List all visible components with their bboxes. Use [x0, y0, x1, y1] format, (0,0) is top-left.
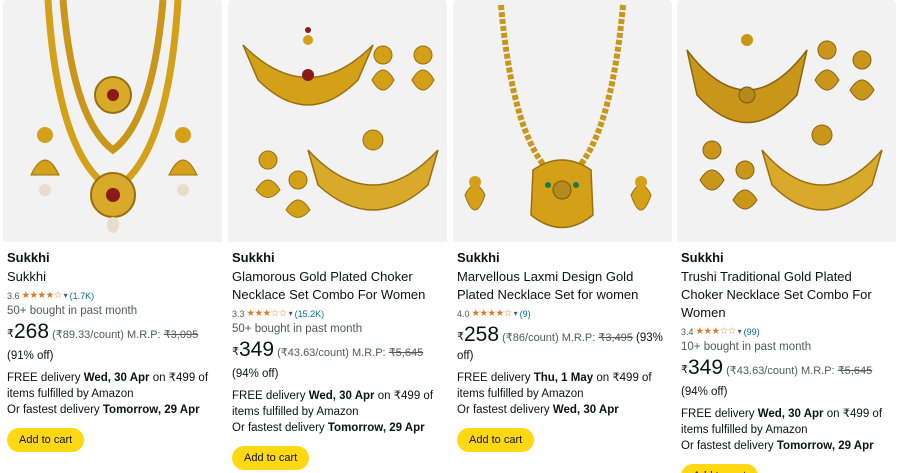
product-image[interactable] [228, 0, 447, 242]
delivery-prefix: FREE delivery [681, 408, 755, 420]
fastest-prefix: Or fastest delivery [681, 440, 774, 452]
price[interactable]: 268 [14, 320, 49, 343]
delivery-prefix: FREE delivery [232, 390, 306, 402]
mrp-label: M.R.P: [352, 347, 386, 359]
review-count-link[interactable]: (1.7K) [70, 290, 95, 302]
rating-row[interactable]: 4.0 ★★★★☆ ▾ (9) [457, 308, 669, 320]
product-card[interactable]: Sukkhi Trushi Traditional Gold Plated Ch… [677, 0, 896, 473]
delivery-info: FREE delivery Wed, 30 Apr on ₹499 of ite… [681, 406, 893, 454]
mrp-value: ₹3,495 [598, 332, 633, 344]
price-line: ₹268 (₹89.33/count) M.R.P: ₹3,095 (91% o… [7, 320, 219, 365]
review-count-link[interactable]: (9) [520, 308, 531, 320]
product-title[interactable]: Sukkhi [7, 268, 219, 286]
discount: (94% off) [232, 368, 279, 380]
fastest-prefix: Or fastest delivery [7, 404, 100, 416]
mrp-label: M.R.P: [561, 332, 596, 344]
unit-price: (₹89.33/count) [52, 329, 124, 341]
necklace-image [686, 34, 883, 211]
rating-value: 3.6 [7, 291, 20, 301]
star-rating-icon: ★★★☆☆ [695, 326, 737, 337]
review-count-link[interactable]: (99) [744, 326, 760, 338]
price[interactable]: 258 [464, 323, 499, 346]
rating-value: 4.0 [457, 309, 470, 319]
discount: (94% off) [681, 386, 728, 398]
delivery-date: Thu, 1 May [533, 372, 594, 384]
chevron-down-icon[interactable]: ▾ [64, 290, 68, 302]
necklace-image [242, 27, 439, 218]
product-title[interactable]: Trushi Traditional Gold Plated Choker Ne… [681, 268, 893, 322]
mrp-value: ₹5,645 [388, 347, 424, 359]
product-image[interactable] [3, 0, 222, 242]
mrp-label: M.R.P: [127, 329, 161, 341]
rating-row[interactable]: 3.6 ★★★★☆ ▾ (1.7K) [7, 290, 219, 302]
bought-count: 50+ bought in past month [232, 323, 363, 335]
delivery-info: FREE delivery Thu, 1 May on ₹499 of item… [457, 370, 669, 418]
mrp-value: ₹3,095 [163, 329, 199, 341]
star-rating-icon: ★★★☆☆ [246, 308, 288, 319]
product-brand: Sukkhi [457, 250, 500, 265]
product-brand: Sukkhi [232, 250, 275, 265]
product-card[interactable]: Sukkhi Glamorous Gold Plated Choker Neck… [228, 0, 447, 473]
necklace-image [464, 4, 652, 229]
price[interactable]: 349 [688, 356, 723, 379]
mrp-label: M.R.P: [801, 365, 835, 377]
delivery-prefix: FREE delivery [457, 372, 531, 384]
price-line: ₹258 (₹86/count) M.R.P: ₹3,495 (93% off) [457, 323, 669, 365]
delivery-date: Wed, 30 Apr [83, 372, 150, 384]
add-to-cart-button[interactable]: Add to cart [681, 464, 759, 473]
currency-symbol: ₹ [232, 346, 239, 358]
delivery-info: FREE delivery Wed, 30 Apr on ₹499 of ite… [7, 370, 219, 418]
currency-symbol: ₹ [681, 364, 688, 376]
fastest-date: Tomorrow, 29 Apr [327, 422, 425, 434]
product-image[interactable] [453, 0, 672, 242]
rating-row[interactable]: 3.4 ★★★☆☆ ▾ (99) [681, 326, 893, 338]
fastest-date: Tomorrow, 29 Apr [102, 404, 200, 416]
product-title[interactable]: Marvellous Laxmi Design Gold Plated Neck… [457, 268, 669, 304]
price-line: ₹349 (₹43.63/count) M.R.P: ₹5,645 (94% o… [681, 356, 893, 401]
product-card[interactable]: Sukkhi Sukkhi 3.6 ★★★★☆ ▾ (1.7K) 50+ bou… [3, 0, 222, 473]
delivery-info: FREE delivery Wed, 30 Apr on ₹499 of ite… [232, 388, 444, 436]
fastest-date: Tomorrow, 29 Apr [776, 440, 874, 452]
fastest-prefix: Or fastest delivery [232, 422, 325, 434]
product-brand: Sukkhi [681, 250, 724, 265]
rating-value: 3.3 [232, 309, 245, 319]
chevron-down-icon[interactable]: ▾ [289, 308, 293, 320]
price-line: ₹349 (₹43.63/count) M.R.P: ₹5,645 (94% o… [232, 338, 444, 383]
add-to-cart-button[interactable]: Add to cart [7, 428, 85, 452]
product-card[interactable]: Sukkhi Marvellous Laxmi Design Gold Plat… [453, 0, 672, 473]
necklace-image [30, 0, 198, 233]
star-rating-icon: ★★★★☆ [21, 290, 63, 301]
rating-row[interactable]: 3.3 ★★★☆☆ ▾ (15.2K) [232, 308, 444, 320]
product-title[interactable]: Glamorous Gold Plated Choker Necklace Se… [232, 268, 444, 304]
add-to-cart-button[interactable]: Add to cart [457, 428, 535, 452]
delivery-date: Wed, 30 Apr [308, 390, 375, 402]
product-brand: Sukkhi [7, 250, 50, 265]
discount: (91% off) [7, 350, 54, 362]
review-count-link[interactable]: (15.2K) [295, 308, 325, 320]
product-image[interactable] [677, 0, 896, 242]
fastest-prefix: Or fastest delivery [457, 404, 550, 416]
delivery-prefix: FREE delivery [7, 372, 81, 384]
add-to-cart-button[interactable]: Add to cart [232, 446, 310, 470]
chevron-down-icon[interactable]: ▾ [738, 326, 742, 338]
unit-price: (₹86/count) [502, 332, 559, 344]
unit-price: (₹43.63/count) [726, 365, 798, 377]
bought-count: 10+ bought in past month [681, 341, 812, 353]
mrp-value: ₹5,645 [837, 365, 873, 377]
bought-count: 50+ bought in past month [7, 305, 138, 317]
currency-symbol: ₹ [7, 328, 14, 340]
currency-symbol: ₹ [457, 331, 464, 343]
rating-value: 3.4 [681, 327, 694, 337]
chevron-down-icon[interactable]: ▾ [514, 308, 518, 320]
fastest-date: Wed, 30 Apr [552, 404, 619, 416]
price[interactable]: 349 [239, 338, 274, 361]
delivery-date: Wed, 30 Apr [757, 408, 824, 420]
unit-price: (₹43.63/count) [277, 347, 349, 359]
star-rating-icon: ★★★★☆ [471, 308, 513, 319]
